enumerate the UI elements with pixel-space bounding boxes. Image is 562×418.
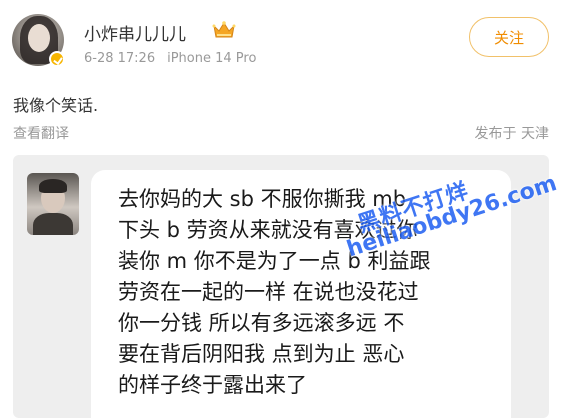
post-location: 发布于 天津 <box>474 126 549 142</box>
message-line: 的样子终于露出来了 <box>118 373 307 397</box>
post-date: 6-28 17:26 <box>84 51 156 66</box>
message-line: 你一分钱 所以有多远滚多远 不 <box>118 311 405 335</box>
post-meta: 6-28 17:26 iPhone 14 Pro <box>84 51 256 66</box>
crown-icon <box>212 21 236 38</box>
verified-badge-icon <box>49 51 65 67</box>
post-device: iPhone 14 Pro <box>167 51 257 66</box>
message-line: 要在背后阴阳我 点到为止 恶心 <box>118 342 405 366</box>
avatar-body <box>33 213 73 235</box>
avatar-face <box>28 24 50 52</box>
message-avatar <box>27 173 79 235</box>
message-line: 装你 m 你不是为了一点 b 利益跟 <box>118 249 431 273</box>
follow-button[interactable]: 关注 <box>469 17 549 57</box>
post-text: 我像个笑话. <box>13 96 99 115</box>
avatar-hair <box>39 179 67 193</box>
translate-link[interactable]: 查看翻译 <box>13 123 69 143</box>
message-line: 劳资在一起的一样 在说也没花过 <box>118 280 419 304</box>
username[interactable]: 小炸串儿儿儿 <box>84 20 186 45</box>
